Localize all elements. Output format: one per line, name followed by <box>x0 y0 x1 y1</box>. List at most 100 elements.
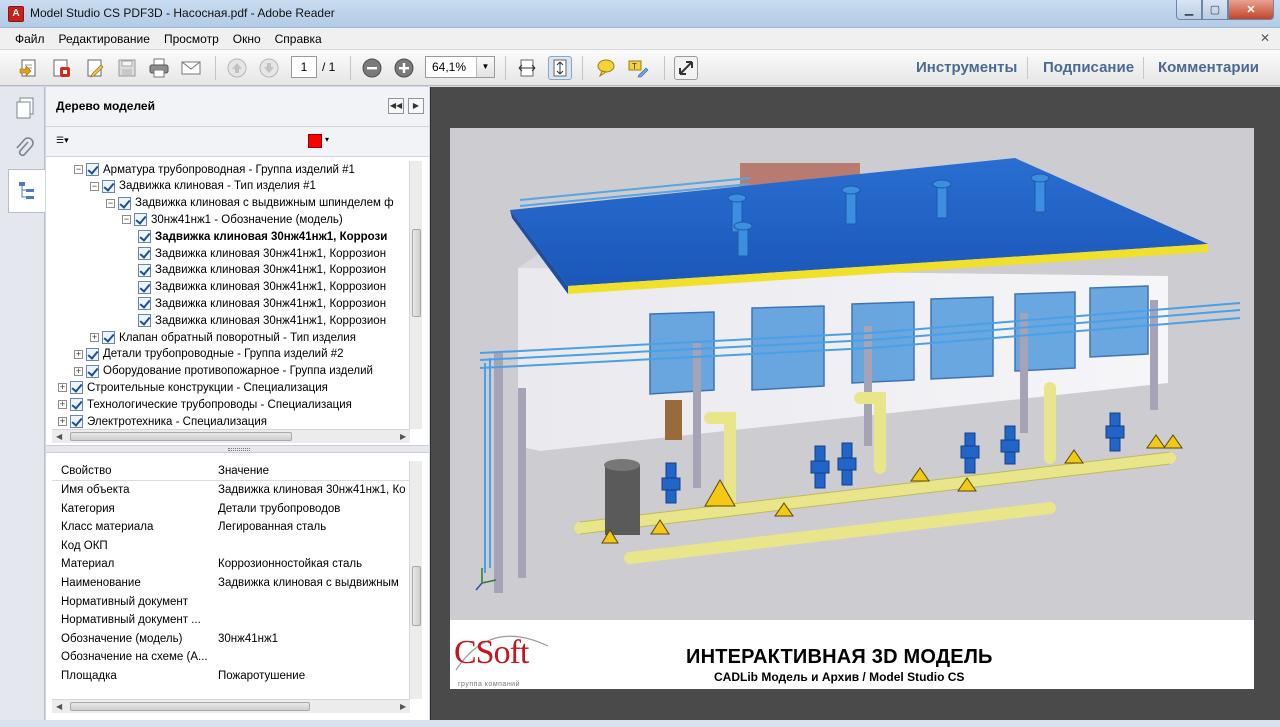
expand-icon[interactable]: + <box>74 349 83 359</box>
visibility-checkbox[interactable] <box>70 415 83 428</box>
visibility-checkbox[interactable] <box>86 347 99 361</box>
property-row[interactable]: Площадка Пожаротушение <box>52 668 412 687</box>
visibility-checkbox[interactable] <box>138 247 151 260</box>
collapse-icon[interactable]: − <box>122 215 131 225</box>
tree-item[interactable]: − Задвижка клиновая с выдвижным шпинделем… <box>106 195 394 212</box>
collapse-icon[interactable]: − <box>90 181 99 191</box>
properties-horizontal-scrollbar[interactable]: ◀ ▶ <box>52 699 410 713</box>
options-menu-icon[interactable]: ☰▾ <box>56 135 78 149</box>
visibility-checkbox[interactable] <box>138 263 151 277</box>
previous-page-button[interactable] <box>225 56 249 80</box>
property-row[interactable]: Материал Коррозионностойкая сталь <box>52 556 412 575</box>
collapse-icon[interactable]: − <box>74 165 83 174</box>
model-tree-button[interactable] <box>8 169 45 213</box>
expand-panel-icon[interactable]: ▶ <box>408 98 424 114</box>
property-row[interactable]: Обозначение (модель) 30нж41нж1 <box>52 631 412 650</box>
maximize-button[interactable]: ▢ <box>1202 0 1228 20</box>
menu-help[interactable]: Справка <box>268 32 329 46</box>
visibility-checkbox[interactable] <box>138 280 151 294</box>
tree-item[interactable]: Задвижка клиновая 30нж41нж1, Коррозион <box>138 262 386 279</box>
comment-button[interactable] <box>594 56 618 80</box>
fit-page-button[interactable] <box>515 56 539 80</box>
panel-splitter[interactable] <box>46 445 429 453</box>
scroll-left-icon[interactable]: ◀ <box>56 432 62 441</box>
tree-vertical-scrollbar[interactable] <box>409 161 422 429</box>
splitter-grip[interactable] <box>228 448 250 451</box>
chevron-down-icon[interactable]: ▾ <box>325 135 329 144</box>
menu-view[interactable]: Просмотр <box>157 32 226 46</box>
expand-icon[interactable]: + <box>90 333 99 342</box>
tree-item[interactable]: + Технологические трубопроводы - Специали… <box>58 396 352 413</box>
scrollbar-thumb[interactable] <box>70 432 292 441</box>
menu-window[interactable]: Окно <box>226 32 268 46</box>
property-row[interactable]: Имя объекта Задвижка клиновая 30нж41нж1, … <box>52 482 412 501</box>
visibility-checkbox[interactable] <box>138 230 151 244</box>
expand-icon[interactable]: + <box>58 400 67 410</box>
tree-item[interactable]: + Оборудование противопожарное - Группа и… <box>74 363 373 380</box>
3d-model-viewport[interactable] <box>450 128 1254 620</box>
visibility-checkbox[interactable] <box>138 314 151 328</box>
scrollbar-thumb[interactable] <box>412 566 421 626</box>
chevron-down-icon[interactable]: ▼ <box>476 57 494 77</box>
page-thumbnails-button[interactable] <box>10 93 40 123</box>
scroll-right-icon[interactable]: ▶ <box>400 432 406 441</box>
page-number-input[interactable]: 1 <box>291 56 317 78</box>
minimize-button[interactable]: ▁ <box>1176 0 1202 20</box>
tree-item[interactable]: + Клапан обратный поворотный - Тип издели… <box>90 329 356 346</box>
tree-item[interactable]: − Арматура трубопроводная - Группа издели… <box>74 161 355 178</box>
close-button[interactable]: ✕ <box>1228 0 1274 20</box>
next-page-button[interactable] <box>257 56 281 80</box>
save-button[interactable] <box>115 56 139 80</box>
attachments-button[interactable] <box>10 134 40 164</box>
visibility-checkbox[interactable] <box>86 163 99 176</box>
scroll-left-icon[interactable]: ◀ <box>56 702 62 711</box>
visibility-checkbox[interactable] <box>102 331 115 344</box>
tree-item[interactable]: Задвижка клиновая 30нж41нж1, Коррози <box>138 228 387 245</box>
fit-one-page-button[interactable] <box>548 56 572 80</box>
tree-item[interactable]: Задвижка клиновая 30нж41нж1, Коррозион <box>138 295 386 312</box>
visibility-checkbox[interactable] <box>70 398 83 412</box>
comments-link[interactable]: Комментарии <box>1158 59 1259 76</box>
property-row[interactable]: Категория Детали трубопроводов <box>52 501 412 520</box>
property-row[interactable]: Обозначение на схеме (А... <box>52 649 412 668</box>
scroll-right-icon[interactable]: ▶ <box>400 702 406 711</box>
expand-icon[interactable]: + <box>58 383 67 393</box>
edit-document-button[interactable] <box>83 56 107 80</box>
tree-item[interactable]: + Строительные конструкции - Специализаци… <box>58 379 328 396</box>
menu-edit[interactable]: Редактирование <box>52 32 157 46</box>
visibility-checkbox[interactable] <box>102 179 115 193</box>
scrollbar-thumb[interactable] <box>412 229 421 317</box>
property-row[interactable]: Класс материала Легированная сталь <box>52 519 412 538</box>
highlight-color-swatch[interactable] <box>308 134 322 148</box>
collapse-panel-icon[interactable]: ◀◀ <box>388 98 404 114</box>
visibility-checkbox[interactable] <box>70 381 83 395</box>
tree-item[interactable]: Задвижка клиновая 30нж41нж1, Коррозион <box>138 279 386 296</box>
tree-item[interactable]: − 30нж41нж1 - Обозначение (модель) <box>122 211 343 228</box>
expand-icon[interactable]: + <box>58 417 67 426</box>
close-document-icon[interactable]: ✕ <box>1260 31 1270 45</box>
tools-link[interactable]: Инструменты <box>916 59 1017 76</box>
property-row[interactable]: Нормативный документ ... <box>52 612 412 631</box>
property-row[interactable]: Наименование Задвижка клиновая с выдвижны… <box>52 575 412 594</box>
visibility-checkbox[interactable] <box>86 364 99 378</box>
expand-icon[interactable]: + <box>74 366 83 376</box>
tree-item[interactable]: + Электротехника - Специализация <box>58 413 267 429</box>
zoom-out-button[interactable] <box>360 56 384 80</box>
properties-vertical-scrollbar[interactable] <box>409 461 422 699</box>
property-row[interactable]: Код ОКП <box>52 538 412 557</box>
print-button[interactable] <box>147 56 171 80</box>
tree-item[interactable]: + Детали трубопроводные - Группа изделий … <box>74 346 344 363</box>
create-pdf-button[interactable] <box>49 56 73 80</box>
tree-item[interactable]: Задвижка клиновая 30нж41нж1, Коррозион <box>138 245 386 262</box>
highlight-text-button[interactable]: T <box>626 56 650 80</box>
sign-link[interactable]: Подписание <box>1043 59 1134 76</box>
visibility-checkbox[interactable] <box>134 213 147 227</box>
email-button[interactable] <box>179 56 203 80</box>
visibility-checkbox[interactable] <box>138 297 151 311</box>
scrollbar-thumb[interactable] <box>70 702 310 711</box>
menu-file[interactable]: Файл <box>8 32 52 46</box>
open-file-button[interactable] <box>17 56 41 80</box>
property-row[interactable]: Нормативный документ <box>52 594 412 613</box>
tree-item[interactable]: Задвижка клиновая 30нж41нж1, Коррозион <box>138 312 386 329</box>
tree-item[interactable]: − Задвижка клиновая - Тип изделия #1 <box>90 178 316 195</box>
